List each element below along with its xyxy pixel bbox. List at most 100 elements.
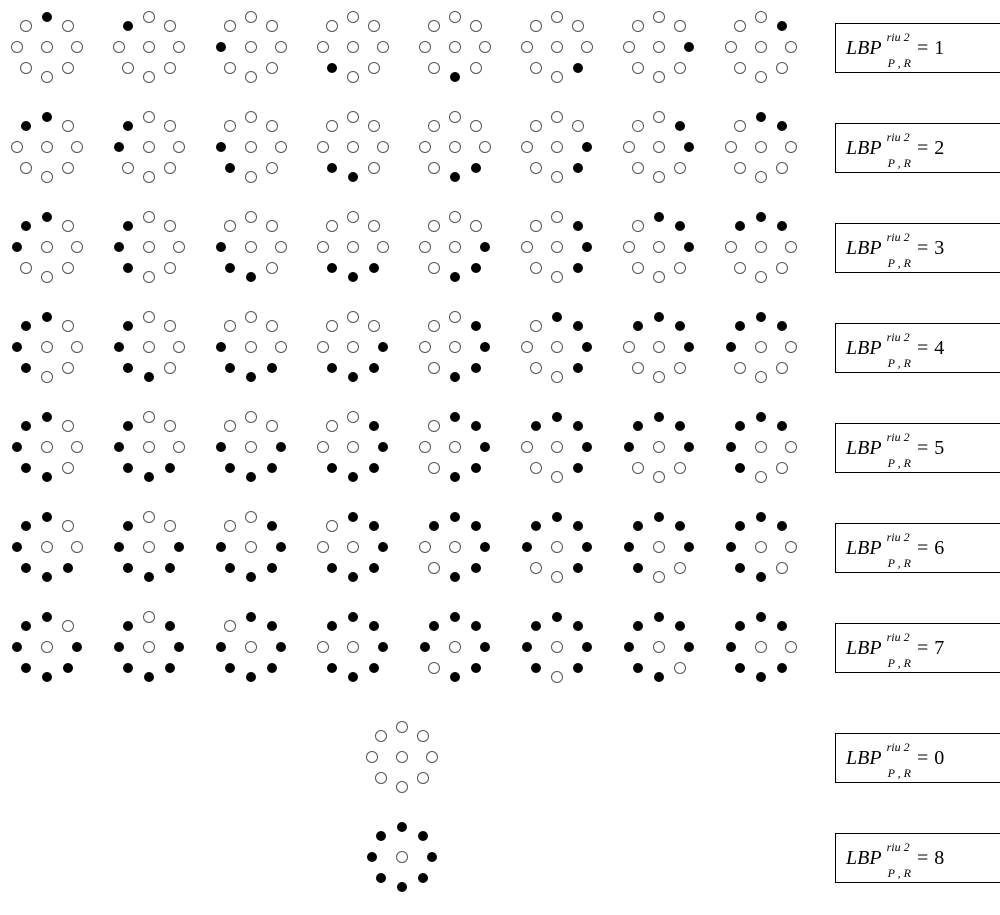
pattern-row [360, 815, 444, 899]
center-dot [143, 241, 155, 253]
label-prefix: LBP [846, 237, 882, 260]
open-dot [428, 662, 440, 674]
filled-dot [327, 463, 337, 473]
filled-dot [480, 542, 490, 552]
center-dot [653, 241, 665, 253]
pattern-row [5, 105, 803, 189]
filled-dot [246, 372, 256, 382]
filled-dot [123, 563, 133, 573]
center-dot [143, 641, 155, 653]
open-dot [62, 520, 74, 532]
open-dot [347, 11, 359, 23]
filled-dot [726, 642, 736, 652]
label-superscript: riu 2 [887, 132, 911, 142]
open-dot [368, 162, 380, 174]
lbp-pattern [360, 815, 444, 899]
open-dot [347, 211, 359, 223]
open-dot [164, 262, 176, 274]
open-dot [551, 671, 563, 683]
filled-dot [114, 642, 124, 652]
open-dot [11, 41, 23, 53]
filled-dot [376, 831, 386, 841]
filled-dot [450, 72, 460, 82]
lbp-value-label: LBPriu 2P , R=7 [835, 623, 1000, 673]
open-dot [653, 571, 665, 583]
open-dot [224, 220, 236, 232]
filled-dot [573, 221, 583, 231]
lbp-pattern [360, 715, 444, 799]
filled-dot [427, 852, 437, 862]
open-dot [368, 20, 380, 32]
filled-dot [531, 521, 541, 531]
center-dot [653, 141, 665, 153]
center-dot [347, 541, 359, 553]
open-dot [551, 211, 563, 223]
lbp-pattern [209, 405, 293, 489]
lbp-pattern [719, 305, 803, 389]
open-dot [62, 220, 74, 232]
filled-dot [42, 212, 52, 222]
filled-dot [327, 263, 337, 273]
filled-dot [21, 363, 31, 373]
open-dot [674, 62, 686, 74]
filled-dot [450, 512, 460, 522]
open-dot [275, 241, 287, 253]
open-dot [419, 41, 431, 53]
open-dot [530, 262, 542, 274]
open-dot [71, 441, 83, 453]
filled-dot [123, 21, 133, 31]
open-dot [326, 120, 338, 132]
filled-dot [123, 463, 133, 473]
open-dot [317, 441, 329, 453]
open-dot [653, 171, 665, 183]
open-dot [275, 141, 287, 153]
filled-dot [21, 463, 31, 473]
filled-dot [418, 831, 428, 841]
open-dot [632, 162, 644, 174]
open-dot [62, 362, 74, 374]
open-dot [725, 241, 737, 253]
lbp-pattern [413, 605, 497, 689]
filled-dot [369, 563, 379, 573]
open-dot [417, 730, 429, 742]
label-subscript: P , R [888, 658, 911, 668]
equals-sign: = [917, 37, 928, 60]
open-dot [266, 120, 278, 132]
filled-dot [471, 163, 481, 173]
open-dot [755, 471, 767, 483]
open-dot [725, 141, 737, 153]
open-dot [62, 162, 74, 174]
lbp-pattern [107, 405, 191, 489]
filled-dot [573, 563, 583, 573]
filled-dot [216, 642, 226, 652]
center-dot [449, 641, 461, 653]
center-dot [347, 41, 359, 53]
lbp-pattern [209, 305, 293, 389]
open-dot [377, 41, 389, 53]
filled-dot [450, 272, 460, 282]
lbp-pattern [5, 305, 89, 389]
filled-dot [123, 663, 133, 673]
lbp-value-label: LBPriu 2P , R=4 [835, 323, 1000, 373]
center-dot [347, 441, 359, 453]
open-dot [734, 262, 746, 274]
open-dot [521, 241, 533, 253]
filled-dot [225, 563, 235, 573]
open-dot [20, 20, 32, 32]
label-prefix: LBP [846, 437, 882, 460]
filled-dot [471, 621, 481, 631]
open-dot [317, 541, 329, 553]
filled-dot [348, 172, 358, 182]
filled-dot [246, 272, 256, 282]
center-dot [41, 541, 53, 553]
open-dot [734, 162, 746, 174]
lbp-pattern [413, 405, 497, 489]
filled-dot [675, 421, 685, 431]
open-dot [41, 271, 53, 283]
lbp-pattern [311, 305, 395, 389]
lbp-pattern [413, 505, 497, 589]
open-dot [62, 420, 74, 432]
filled-dot [735, 563, 745, 573]
open-dot [173, 241, 185, 253]
filled-dot [42, 512, 52, 522]
